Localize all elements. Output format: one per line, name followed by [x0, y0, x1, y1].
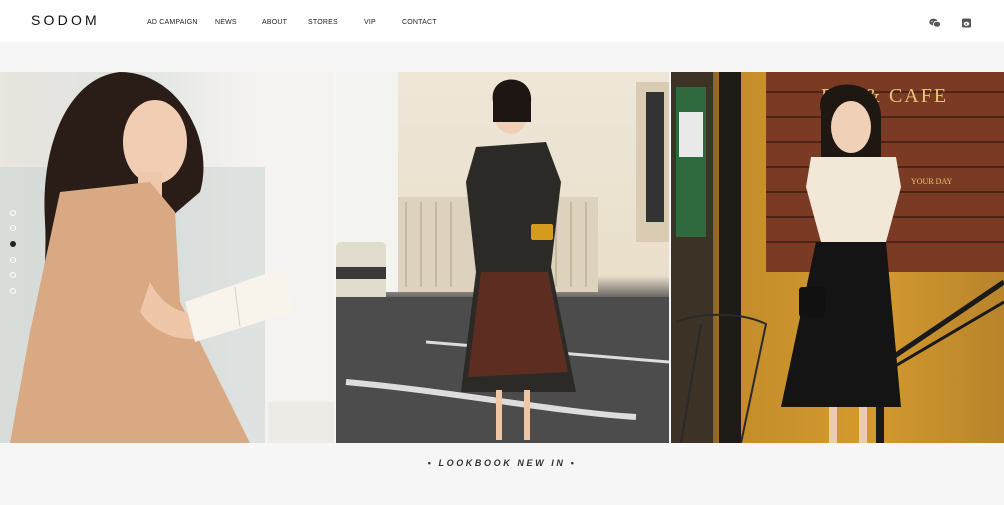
lookbook-photo-2-art	[336, 72, 669, 443]
carousel-pagination	[10, 210, 16, 296]
carousel-dot-2[interactable]	[10, 225, 16, 231]
nav-vip[interactable]: VIP	[364, 19, 376, 26]
carousel-dot-4[interactable]	[10, 257, 16, 263]
window-text: YOUR DAY	[911, 177, 952, 186]
nav-ad-campaign[interactable]: AD CAMPAIGN	[147, 19, 198, 26]
site-header: SODOM AD CAMPAIGN NEWS ABOUT STORES VIP …	[0, 0, 1004, 42]
weibo-icon[interactable]	[961, 18, 973, 28]
lookbook-photo-1-art	[0, 72, 334, 443]
carousel-dot-1[interactable]	[10, 210, 16, 216]
nav-about[interactable]: ABOUT	[262, 19, 287, 26]
lookbook-photo-3-art: PAI & CAFE YOUR DAY	[671, 72, 1004, 443]
lookbook-caption[interactable]: • LOOKBOOK NEW IN •	[0, 458, 1004, 468]
nav-news[interactable]: NEWS	[215, 19, 237, 26]
carousel-dot-3[interactable]	[10, 241, 16, 247]
carousel-dot-6[interactable]	[10, 288, 16, 294]
main-nav: AD CAMPAIGN NEWS ABOUT STORES VIP CONTAC…	[0, 19, 1004, 31]
nav-stores[interactable]: STORES	[308, 19, 338, 26]
lookbook-photo-2[interactable]	[336, 72, 669, 443]
nav-contact[interactable]: CONTACT	[402, 19, 437, 26]
lookbook-photo-3[interactable]: PAI & CAFE YOUR DAY	[671, 72, 1004, 443]
carousel-dot-5[interactable]	[10, 272, 16, 278]
wechat-icon[interactable]	[929, 18, 941, 28]
lookbook-photo-1[interactable]	[0, 72, 334, 443]
